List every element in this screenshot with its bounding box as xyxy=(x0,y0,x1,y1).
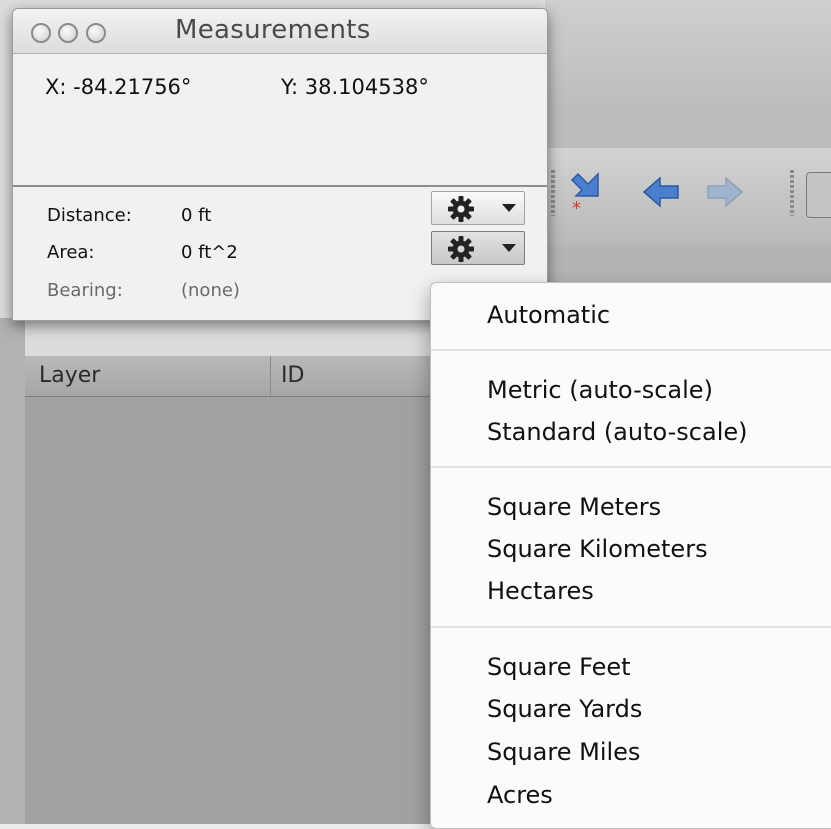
panel-titlebar[interactable]: Measurements xyxy=(13,9,547,54)
svg-text:*: * xyxy=(572,198,581,216)
y-coordinate: Y: 38.104538° xyxy=(281,75,429,99)
swap-arrow-icon[interactable]: * xyxy=(568,168,612,219)
distance-label: Distance: xyxy=(47,205,132,226)
column-header-layer[interactable]: Layer xyxy=(39,356,100,396)
menu-separator xyxy=(431,349,831,351)
forward-arrow-icon[interactable] xyxy=(702,168,746,216)
area-units-menu: Automatic Metric (auto-scale) Standard (… xyxy=(430,282,831,829)
menu-item-square-yards[interactable]: Square Yards xyxy=(487,695,642,723)
x-coordinate: X: -84.21756° xyxy=(45,75,192,99)
measurements-panel: Measurements X: -84.21756° Y: 38.104538°… xyxy=(12,8,548,321)
menu-item-square-kilometers[interactable]: Square Kilometers xyxy=(487,535,708,563)
column-header-id[interactable]: ID xyxy=(281,356,304,396)
menu-item-metric-auto[interactable]: Metric (auto-scale) xyxy=(487,376,713,404)
panel-divider xyxy=(13,185,547,187)
bearing-label: Bearing: xyxy=(47,280,123,301)
distance-value: 0 ft xyxy=(181,205,212,226)
area-units-button[interactable] xyxy=(431,231,525,265)
zoom-button[interactable] xyxy=(86,23,106,43)
menu-separator xyxy=(431,466,831,468)
distance-units-button[interactable] xyxy=(431,191,525,225)
menu-item-square-miles[interactable]: Square Miles xyxy=(487,738,640,766)
chevron-down-icon xyxy=(502,244,516,252)
menu-item-acres[interactable]: Acres xyxy=(487,781,553,809)
close-button[interactable] xyxy=(31,23,51,43)
area-value: 0 ft^2 xyxy=(181,242,238,263)
main-window-top-area xyxy=(545,0,831,105)
menu-item-hectares[interactable]: Hectares xyxy=(487,577,594,605)
menu-item-standard-auto[interactable]: Standard (auto-scale) xyxy=(487,418,748,446)
results-table: Layer ID xyxy=(25,356,455,824)
toolbar-control[interactable] xyxy=(806,172,831,218)
minimize-button[interactable] xyxy=(58,23,78,43)
table-body xyxy=(25,397,455,824)
toolbar-separator xyxy=(790,170,794,216)
window-edge xyxy=(0,318,25,824)
panel-title: Measurements xyxy=(175,15,371,45)
table-header: Layer ID xyxy=(25,356,455,397)
back-arrow-icon[interactable] xyxy=(640,168,684,216)
chevron-down-icon xyxy=(502,204,516,212)
menu-item-automatic[interactable]: Automatic xyxy=(487,301,610,329)
main-window-band xyxy=(545,104,831,149)
area-label: Area: xyxy=(47,242,95,263)
column-divider[interactable] xyxy=(270,356,271,396)
toolbar-separator xyxy=(551,170,555,216)
bearing-value: (none) xyxy=(181,280,240,301)
menu-separator xyxy=(431,626,831,628)
menu-item-square-meters[interactable]: Square Meters xyxy=(487,493,661,521)
menu-item-square-feet[interactable]: Square Feet xyxy=(487,653,631,681)
